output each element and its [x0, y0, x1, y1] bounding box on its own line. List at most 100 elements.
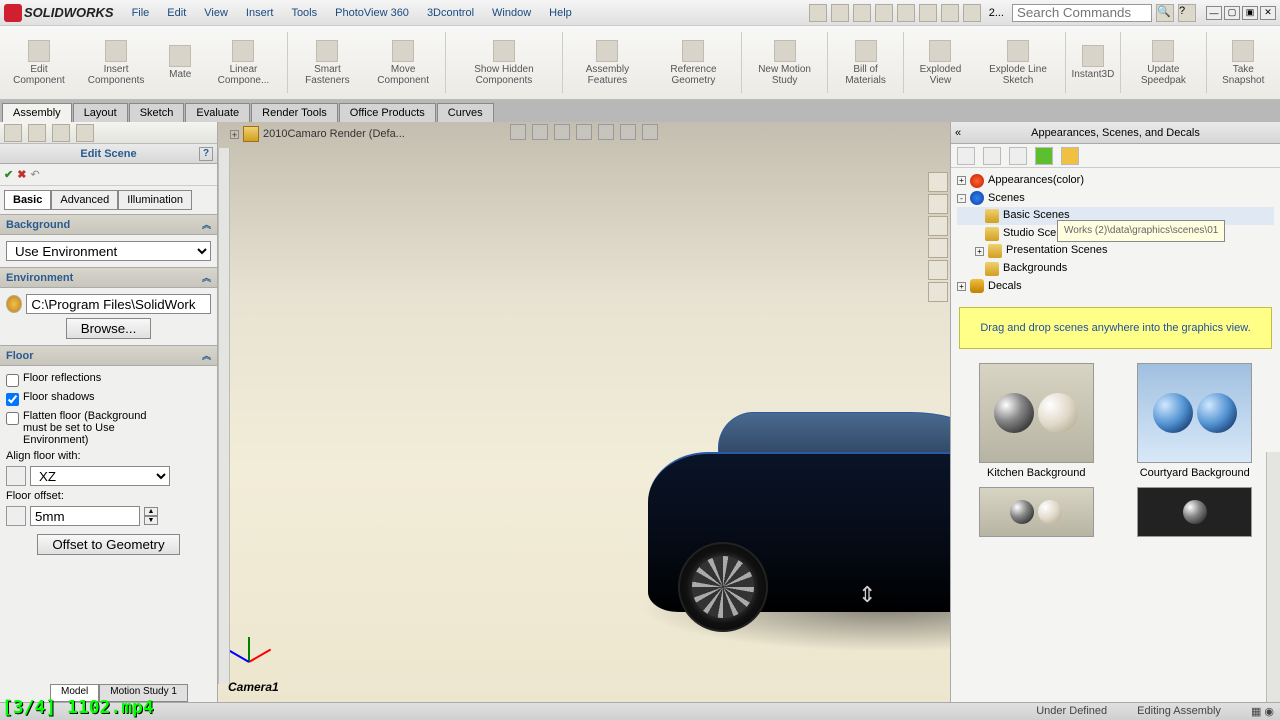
ribbon-linear-component[interactable]: Linear Compone...	[204, 28, 282, 97]
tab-sketch[interactable]: Sketch	[129, 103, 185, 122]
hud-appearance-icon[interactable]	[620, 124, 636, 140]
tp-edit-icon[interactable]	[1061, 147, 1079, 165]
taskpane-custom-icon[interactable]	[928, 282, 948, 302]
status-icons[interactable]: ▦ ◉	[1251, 705, 1274, 718]
ribbon-exploded-view[interactable]: Exploded View	[908, 28, 973, 97]
close-icon[interactable]: ✕	[1260, 6, 1276, 20]
search-icon[interactable]: 🔍	[1156, 4, 1174, 22]
subtab-advanced[interactable]: Advanced	[51, 190, 118, 210]
tree-property-icon[interactable]	[28, 124, 46, 142]
tree-scenes[interactable]: -Scenes	[957, 190, 1274, 208]
print-icon[interactable]	[875, 4, 893, 22]
section-environment-header[interactable]: Environment︽	[0, 267, 217, 288]
viewport-doc-label[interactable]: + 2010Camaro Render (Defa...	[230, 126, 405, 142]
subtab-basic[interactable]: Basic	[4, 190, 51, 210]
taskpane-view-icon[interactable]	[928, 238, 948, 258]
save-icon[interactable]	[853, 4, 871, 22]
taskpane-resources-icon[interactable]	[928, 216, 948, 236]
car-model[interactable]: ⇕	[648, 412, 950, 622]
tree-config-icon[interactable]	[52, 124, 70, 142]
tp-apply-icon[interactable]	[1035, 147, 1053, 165]
options-icon[interactable]	[963, 4, 981, 22]
taskpane-home-icon[interactable]	[928, 172, 948, 192]
ribbon-show-hidden[interactable]: Show Hidden Components	[450, 28, 558, 97]
floor-offset-input[interactable]	[30, 506, 140, 526]
menu-insert[interactable]: Insert	[238, 3, 282, 23]
subtab-illumination[interactable]: Illumination	[118, 190, 192, 210]
ribbon-take-snapshot[interactable]: Take Snapshot	[1211, 28, 1276, 97]
tab-assembly[interactable]: Assembly	[2, 103, 72, 122]
menu-3dcontrol[interactable]: 3Dcontrol	[419, 3, 482, 23]
hud-scene-icon[interactable]	[598, 124, 614, 140]
section-background-header[interactable]: Background︽	[0, 214, 217, 235]
ribbon-move-component[interactable]: Move Component	[365, 28, 441, 97]
left-scrollbar[interactable]	[218, 148, 230, 684]
move-handle-icon[interactable]: ⇕	[858, 582, 876, 608]
align-plane-dropdown[interactable]: XZ	[30, 466, 170, 486]
ribbon-reference-geometry[interactable]: Reference Geometry	[650, 28, 737, 97]
taskpane-design-icon[interactable]	[928, 194, 948, 214]
menu-photoview[interactable]: PhotoView 360	[327, 3, 417, 23]
tab-curves[interactable]: Curves	[437, 103, 494, 122]
flatten-floor-checkbox[interactable]: Flatten floor (Background must be set to…	[6, 410, 211, 446]
search-commands-input[interactable]	[1012, 4, 1152, 22]
select-icon[interactable]	[919, 4, 937, 22]
tree-appearances[interactable]: +Appearances(color)	[957, 172, 1274, 190]
environment-path-input[interactable]	[26, 294, 211, 314]
ribbon-smart-fasteners[interactable]: Smart Fasteners	[292, 28, 364, 97]
ribbon-update-speedpak[interactable]: Update Speedpak	[1125, 28, 1202, 97]
orientation-triad[interactable]	[228, 622, 268, 662]
offset-to-geometry-button[interactable]: Offset to Geometry	[37, 534, 179, 555]
menu-view[interactable]: View	[196, 3, 236, 23]
menu-help[interactable]: Help	[541, 3, 580, 23]
hud-section-icon[interactable]	[576, 124, 592, 140]
quick-more-label[interactable]: 2...	[985, 7, 1008, 19]
tab-office-products[interactable]: Office Products	[339, 103, 436, 122]
hud-zoom-icon[interactable]	[510, 124, 526, 140]
hud-display-icon[interactable]	[554, 124, 570, 140]
ribbon-mate[interactable]: Mate	[158, 28, 202, 97]
help-icon[interactable]: ?	[1178, 4, 1196, 22]
tree-presentation-scenes[interactable]: +Presentation Scenes	[957, 242, 1274, 260]
restore2-icon[interactable]: ▣	[1242, 6, 1258, 20]
taskpane-appearance-icon[interactable]	[928, 260, 948, 280]
tree-backgrounds[interactable]: Backgrounds	[957, 260, 1274, 278]
tab-render-tools[interactable]: Render Tools	[251, 103, 338, 122]
confirm-ok-icon[interactable]: ✔	[4, 168, 13, 181]
thumb-extra-2[interactable]	[1124, 487, 1267, 537]
tab-layout[interactable]: Layout	[73, 103, 128, 122]
section-floor-header[interactable]: Floor︽	[0, 345, 217, 366]
tp-forward-icon[interactable]	[983, 147, 1001, 165]
restore-icon[interactable]: ▢	[1224, 6, 1240, 20]
hud-render-icon[interactable]	[642, 124, 658, 140]
tab-evaluate[interactable]: Evaluate	[185, 103, 250, 122]
undo-icon[interactable]	[897, 4, 915, 22]
panel-help-icon[interactable]: ?	[199, 147, 213, 161]
thumb-extra-1[interactable]	[965, 487, 1108, 537]
floor-offset-icon[interactable]	[6, 506, 26, 526]
floor-offset-spinner[interactable]: ▲▼	[144, 507, 158, 525]
rebuild-icon[interactable]	[941, 4, 959, 22]
browse-button[interactable]: Browse...	[66, 318, 152, 339]
ribbon-insert-components[interactable]: Insert Components	[76, 28, 156, 97]
minimize-icon[interactable]: —	[1206, 6, 1222, 20]
collapse-icon[interactable]: «	[955, 127, 961, 139]
menu-file[interactable]: File	[124, 3, 158, 23]
graphics-viewport[interactable]: + 2010Camaro Render (Defa...	[218, 122, 950, 702]
tree-appearance-icon[interactable]	[76, 124, 94, 142]
hud-view-icon[interactable]	[532, 124, 548, 140]
open-icon[interactable]	[831, 4, 849, 22]
right-scrollbar[interactable]	[1266, 452, 1280, 702]
ribbon-assembly-features[interactable]: Assembly Features	[567, 28, 648, 97]
ribbon-instant3d[interactable]: Instant3D	[1070, 28, 1117, 97]
ribbon-new-motion-study[interactable]: New Motion Study	[746, 28, 824, 97]
menu-window[interactable]: Window	[484, 3, 539, 23]
background-mode-dropdown[interactable]: Use Environment	[6, 241, 211, 261]
ribbon-bom[interactable]: Bill of Materials	[832, 28, 899, 97]
confirm-cancel-icon[interactable]: ✖	[17, 168, 26, 181]
menu-edit[interactable]: Edit	[159, 3, 194, 23]
panel-undo-icon[interactable]: ↶	[30, 168, 39, 181]
tp-home-icon[interactable]	[1009, 147, 1027, 165]
tree-feature-icon[interactable]	[4, 124, 22, 142]
align-plane-icon[interactable]	[6, 466, 26, 486]
